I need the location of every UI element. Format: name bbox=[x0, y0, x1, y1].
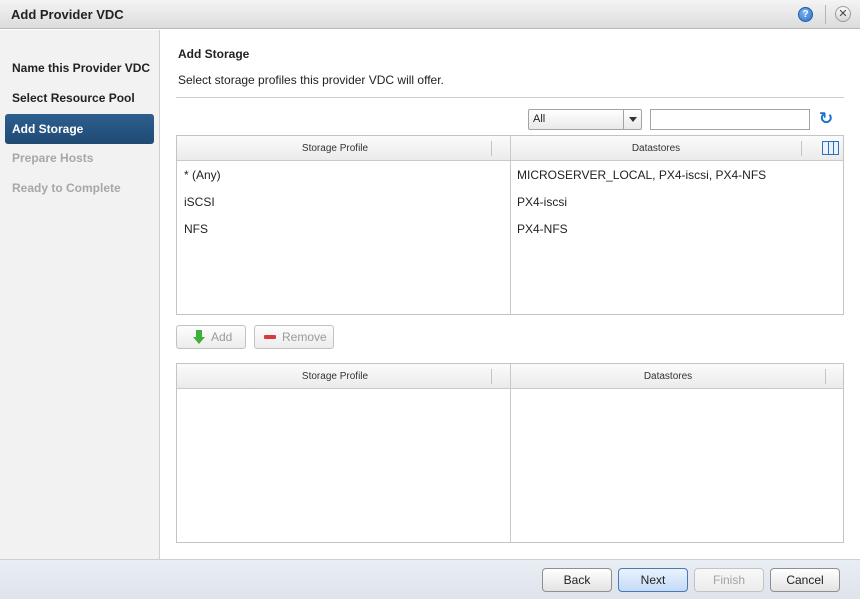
step-prepare-hosts: Prepare Hosts bbox=[12, 151, 94, 165]
back-button[interactable]: Back bbox=[542, 568, 612, 592]
column-separator bbox=[825, 369, 826, 384]
title-divider bbox=[825, 5, 826, 24]
datastores-cell: PX4-NFS bbox=[517, 222, 568, 236]
close-icon[interactable]: ✕ bbox=[835, 6, 851, 22]
dialog-footer: Back Next Finish Cancel bbox=[0, 559, 860, 599]
minus-icon bbox=[264, 335, 276, 339]
add-button-label: Add bbox=[211, 330, 233, 344]
title-bar: Add Provider VDC ? ✕ bbox=[0, 0, 860, 29]
chevron-down-icon bbox=[629, 117, 637, 122]
next-button[interactable]: Next bbox=[618, 568, 688, 592]
storage-profile-cell: iSCSI bbox=[184, 195, 215, 209]
storage-profile-cell: NFS bbox=[184, 222, 208, 236]
selected-storage-table: Storage Profile Datastores bbox=[176, 363, 844, 543]
column-separator bbox=[801, 141, 802, 156]
available-storage-table: Storage Profile Datastores * (Any) MICRO… bbox=[176, 135, 844, 315]
column-separator bbox=[491, 141, 492, 156]
datastores-cell: PX4-iscsi bbox=[517, 195, 568, 209]
remove-button-label: Remove bbox=[282, 330, 327, 344]
table-row[interactable]: iSCSI PX4-iscsi bbox=[177, 189, 843, 216]
add-button[interactable]: Add bbox=[176, 325, 246, 349]
cancel-button[interactable]: Cancel bbox=[770, 568, 840, 592]
remove-button[interactable]: Remove bbox=[254, 325, 334, 349]
dialog-title: Add Provider VDC bbox=[11, 7, 124, 22]
column-header-storage-profile[interactable]: Storage Profile bbox=[177, 364, 493, 389]
filter-dropdown[interactable]: All bbox=[528, 109, 642, 130]
column-chooser-icon[interactable] bbox=[822, 141, 839, 155]
divider bbox=[176, 97, 844, 98]
step-name-provider-vdc[interactable]: Name this Provider VDC bbox=[5, 53, 154, 83]
page-description: Select storage profiles this provider VD… bbox=[178, 73, 444, 87]
column-header-datastores[interactable]: Datastores bbox=[511, 364, 825, 389]
table-row[interactable]: NFS PX4-NFS bbox=[177, 216, 843, 243]
table-row[interactable]: * (Any) MICROSERVER_LOCAL, PX4-iscsi, PX… bbox=[177, 162, 843, 189]
step-add-storage[interactable]: Add Storage bbox=[5, 114, 154, 144]
main-content: Add Storage Select storage profiles this… bbox=[160, 30, 860, 559]
column-separator bbox=[491, 369, 492, 384]
dropdown-toggle[interactable] bbox=[623, 110, 641, 129]
wizard-steps-sidebar: Name this Provider VDC Select Resource P… bbox=[0, 30, 160, 559]
search-input[interactable] bbox=[650, 109, 810, 130]
column-header-storage-profile[interactable]: Storage Profile bbox=[177, 136, 493, 161]
filter-selected-value: All bbox=[533, 113, 546, 125]
refresh-icon[interactable]: ↻ bbox=[817, 110, 835, 128]
column-divider bbox=[510, 364, 511, 542]
storage-profile-cell: * (Any) bbox=[184, 168, 221, 182]
arrow-down-icon bbox=[193, 330, 205, 344]
page-title: Add Storage bbox=[178, 47, 250, 61]
help-icon[interactable]: ? bbox=[798, 7, 813, 22]
step-select-resource-pool[interactable]: Select Resource Pool bbox=[5, 83, 154, 113]
column-header-datastores[interactable]: Datastores bbox=[511, 136, 801, 161]
datastores-cell: MICROSERVER_LOCAL, PX4-iscsi, PX4-NFS bbox=[517, 168, 767, 182]
step-ready-to-complete: Ready to Complete bbox=[12, 181, 121, 195]
finish-button: Finish bbox=[694, 568, 764, 592]
